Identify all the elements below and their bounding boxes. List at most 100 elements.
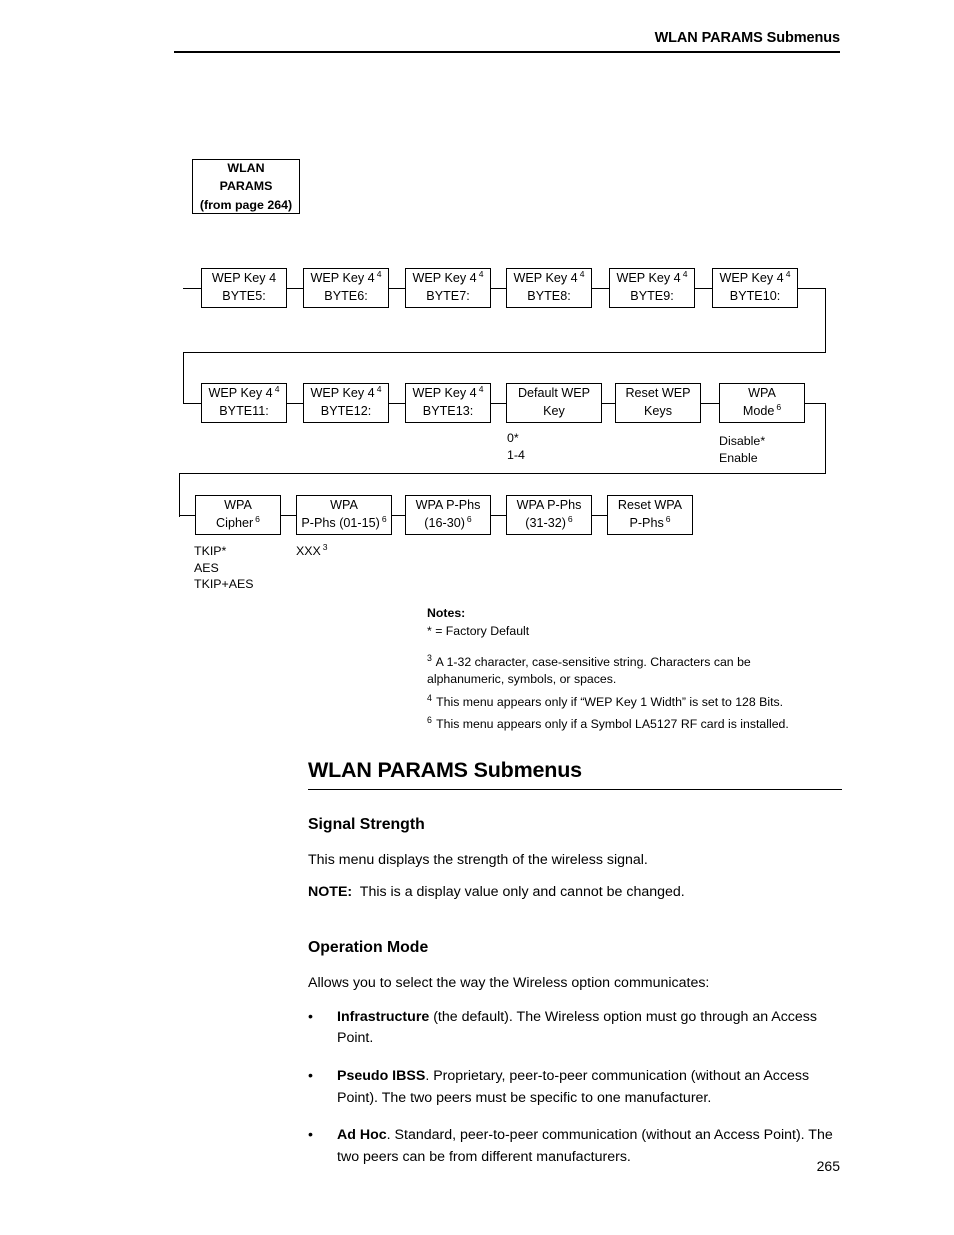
list-item-text: Pseudo IBSS. Proprietary, peer-to-peer c… [337, 1066, 842, 1109]
flow-box-wep-key-4-byte13: WEP Key 44 BYTE13: [405, 383, 491, 423]
flow-box-wep-key-4-byte12: WEP Key 44 BYTE12: [303, 383, 389, 423]
footnote-marker: 4 [785, 268, 791, 279]
options-wpa-pphs-value: XXX 3 [296, 543, 328, 560]
heading-signal-strength: Signal Strength [308, 816, 425, 833]
footnote-marker: 4 [478, 383, 484, 394]
footnote-marker: 3 [322, 541, 328, 552]
connector-row2-3 [490, 403, 507, 405]
flow-box-wpa-pphs-31-32: WPA P-Phs (31-32) 6 [506, 495, 592, 535]
box-line2: BYTE10: [729, 289, 781, 303]
connector-wrap1-stub-row2 [183, 403, 202, 405]
flow-box-wep-key-4-byte9: WEP Key 44 BYTE9: [609, 268, 695, 308]
note-factory-default: * = Factory Default [427, 624, 530, 639]
footnote-marker: 4 [427, 692, 432, 703]
option-item: TKIP+AES [194, 577, 254, 591]
flow-box-wep-key-4-byte10: WEP Key 44 BYTE10: [712, 268, 798, 308]
flow-box-reset-wep-keys: Reset WEP Keys [615, 383, 701, 423]
footnote-marker: 6 [567, 513, 573, 524]
connector-wrap2-across [179, 473, 826, 475]
footnote-marker: 6 [776, 401, 782, 412]
start-box-line2: PARAMS [219, 179, 273, 194]
box-line1: WEP Key 44 [412, 383, 484, 401]
note-3: 3 A 1-32 character, case-sensitive strin… [427, 652, 751, 687]
heading-operation-mode: Operation Mode [308, 938, 429, 956]
box-line2: Cipher 6 [216, 513, 260, 530]
box-line1: Reset WEP [625, 386, 691, 401]
list-item: • Pseudo IBSS. Proprietary, peer-to-peer… [308, 1066, 842, 1109]
box-line1: Reset WPA [617, 498, 683, 513]
bullet-icon: • [308, 1068, 313, 1085]
notes-block: Notes: * = Factory Default 3 A 1-32 char… [427, 605, 827, 739]
option-item: TKIP* [194, 544, 227, 558]
flow-box-wep-key-4-byte8: WEP Key 44 BYTE8: [506, 268, 592, 308]
connector-wrap1-out [797, 288, 826, 290]
bullet-icon: • [308, 1008, 313, 1025]
box-line2: (16-30) 6 [424, 513, 472, 530]
flow-box-wep-key-4-byte6: WEP Key 44 BYTE6: [303, 268, 389, 308]
box-line1: WEP Key 44 [208, 383, 280, 401]
note-body: This is a display value only and cannot … [359, 884, 685, 901]
box-line1: WEP Key 4 [211, 271, 277, 286]
connector-row1-1 [286, 288, 304, 290]
options-wpa-mode: Disable* Enable [719, 433, 765, 466]
start-box-line1: WLAN [227, 160, 265, 175]
flow-box-wpa-pphs-01-15: WPA P-Phs (01-15) 6 [296, 495, 392, 535]
box-line2: Key [543, 404, 565, 418]
flow-box-default-wep-key: Default WEP Key [506, 383, 602, 423]
flow-box-wpa-pphs-16-30: WPA P-Phs (16-30) 6 [405, 495, 491, 535]
flow-box-wep-key-4-byte5: WEP Key 4 BYTE5: [201, 268, 287, 308]
box-line2: BYTE12: [320, 404, 372, 418]
box-line2: BYTE11: [219, 404, 269, 418]
option-item: XXX 3 [296, 541, 328, 558]
box-line1: WEP Key 44 [513, 268, 585, 286]
connector-wrap2-down [825, 403, 827, 474]
notes-spacer [427, 641, 827, 654]
connector-row2-4 [601, 403, 616, 405]
box-line2: P-Phs (01-15) 6 [301, 513, 387, 530]
footnote-marker: 6 [665, 513, 671, 524]
list-item-rest: . Standard, peer-to-peer communication (… [337, 1127, 833, 1165]
connector-wrap1-into-row2 [183, 352, 185, 404]
footnote-marker: 4 [376, 268, 382, 279]
option-item: Disable* [719, 434, 766, 448]
connector-row2-2 [388, 403, 406, 405]
connector-wrap2-out [804, 403, 826, 405]
box-line2: BYTE9: [630, 289, 674, 303]
wlan-params-flowchart: WLAN PARAMS (from page 264) WEP Key 4 BY… [0, 0, 954, 620]
box-line1: WPA [224, 498, 252, 513]
box-line1: WEP Key 44 [412, 268, 484, 286]
connector-wrap1-across [183, 352, 826, 354]
footnote-marker: 4 [376, 383, 382, 394]
bullet-icon: • [308, 1127, 313, 1144]
body-content: WLAN PARAMS Submenus Signal Strength Thi… [308, 758, 842, 1184]
note-signal-strength: NOTE: This is a display value only and c… [308, 882, 842, 903]
flow-box-wlan-params-start: WLAN PARAMS (from page 264) [192, 159, 300, 214]
footnote-marker: 4 [274, 383, 280, 394]
options-default-wep-key: 0* 1-4 [507, 430, 525, 463]
box-line2: (31-32) 6 [525, 513, 573, 530]
footnote-marker: 4 [682, 268, 688, 279]
connector-wrap1-down [825, 288, 827, 353]
connector-row3-2 [391, 515, 406, 517]
list-item-term: Ad Hoc [337, 1127, 387, 1144]
box-line2: BYTE13: [422, 404, 474, 418]
connector-row1-2 [388, 288, 406, 290]
box-line1: WEP Key 44 [616, 268, 688, 286]
box-line1: WEP Key 44 [310, 268, 382, 286]
footnote-marker: 6 [255, 513, 260, 524]
box-line2: P-Phs 6 [629, 513, 671, 530]
box-line1: WPA P-Phs [415, 498, 481, 513]
flow-box-wpa-mode: WPA Mode 6 [719, 383, 805, 423]
box-line2: BYTE6: [324, 289, 368, 303]
box-line2: Keys [644, 404, 672, 418]
connector-row1-5 [694, 288, 713, 290]
flow-box-wep-key-4-byte7: WEP Key 44 BYTE7: [405, 268, 491, 308]
flow-box-wep-key-4-byte11: WEP Key 44 BYTE11: [201, 383, 287, 423]
connector-row2-5 [700, 403, 720, 405]
footnote-marker: 4 [579, 268, 585, 279]
list-item-text: Infrastructure (the default). The Wirele… [337, 1007, 842, 1050]
paragraph-signal-strength: This menu displays the strength of the w… [308, 852, 648, 868]
option-item: 0* [507, 431, 519, 445]
option-item: Enable [719, 450, 758, 465]
